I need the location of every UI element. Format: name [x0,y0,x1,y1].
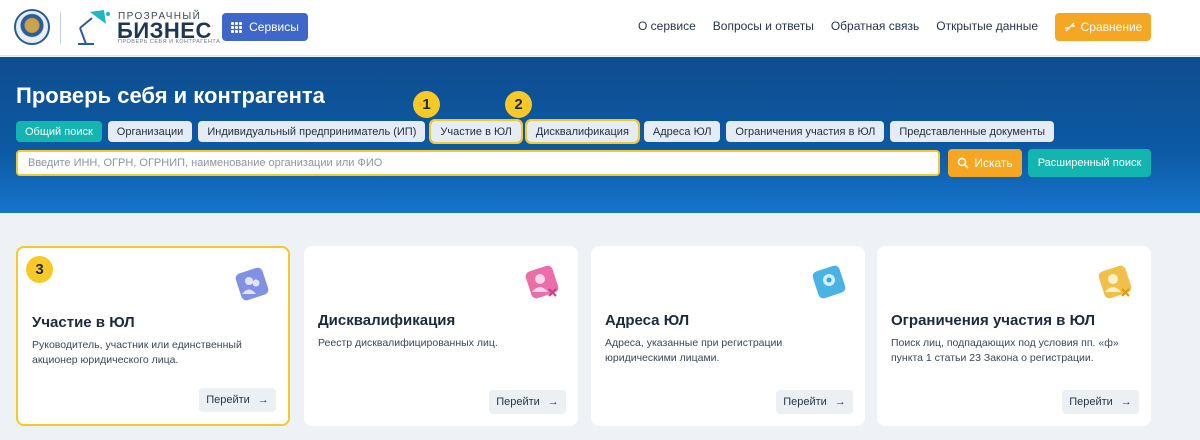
tab-addresses[interactable]: Адреса ЮЛ [643,121,721,142]
go-button[interactable]: Перейти → [776,390,853,414]
logo-sub-text: ПРОВЕРЬ СЕБЯ И КОНТРАГЕНТА [118,39,221,45]
card-disqualification[interactable]: Дисквалификация Реестр дисквалифицирован… [304,246,578,426]
tab-submitted-documents[interactable]: Представленные документы [890,121,1055,142]
annotation-badge-3: 3 [26,256,53,283]
go-button[interactable]: Перейти → [1062,390,1139,414]
nav-open-data[interactable]: Открытые данные [936,19,1038,33]
card-title: Ограничения участия в ЮЛ [891,312,1095,329]
tab-participation-restrictions[interactable]: Ограничения участия в ЮЛ [726,121,885,142]
nav-about[interactable]: О сервисе [638,19,696,33]
page-title: Проверь себя и контрагента [16,83,325,108]
card-participation[interactable]: 3 Участие в ЮЛ Руководитель, участник ил… [16,246,290,426]
card-description: Поиск лиц, подпадающих под условия пп. «… [891,337,1119,364]
annotation-badge-1: 1 [413,91,440,118]
card-description: Реестр дисквалифицированных лиц. [318,337,498,349]
card-description: Адреса, указанные при регистрации юридич… [605,337,783,364]
header: ПРОЗРАЧНЫЙ БИЗНЕС ПРОВЕРЬ СЕБЯ И КОНТРАГ… [0,0,1200,56]
card-participation-restrictions[interactable]: Ограничения участия в ЮЛ Поиск лиц, подп… [877,246,1151,426]
compare-label: Сравнение [1080,20,1143,34]
search-button[interactable]: Искать [948,149,1022,177]
advanced-search-button[interactable]: Расширенный поиск [1028,149,1151,177]
card-title: Адреса ЮЛ [605,312,690,329]
search-hero: Проверь себя и контрагента Общий поиск О… [0,57,1200,213]
compare-icon [1064,22,1075,32]
annotation-badge-2: 2 [505,91,532,118]
go-button-label: Перейти [783,396,827,408]
fns-emblem-icon[interactable] [14,9,50,45]
tab-individual-entrepreneur[interactable]: Индивидуальный предприниматель (ИП) [198,121,426,142]
services-button[interactable]: Сервисы [222,13,308,41]
card-description: Руководитель, участник или единственный … [32,339,242,366]
go-button-label: Перейти [496,396,540,408]
tab-disqualification[interactable]: Дисквалификация [524,119,640,144]
arrow-right-icon: → [257,394,269,406]
go-button-label: Перейти [1069,396,1113,408]
card-title: Участие в ЮЛ [32,314,135,331]
services-label: Сервисы [249,20,299,34]
card-addresses[interactable]: Адреса ЮЛ Адреса, указанные при регистра… [591,246,865,426]
nav-faq[interactable]: Вопросы и ответы [713,19,814,33]
arrow-right-icon: → [547,396,559,408]
search-input[interactable]: Введите ИНН, ОГРН, ОГРНИП, наименование … [16,150,940,176]
user-restrict-icon [1098,265,1132,299]
go-button[interactable]: Перейти → [489,390,566,414]
tab-participation[interactable]: Участие в ЮЛ [429,119,523,144]
top-nav: О сервисе Вопросы и ответы Обратная связ… [638,19,1038,33]
user-block-icon [525,265,559,299]
grid-icon [231,21,243,33]
header-divider [60,12,61,44]
location-icon [812,265,846,299]
lamp-logo-icon[interactable] [70,8,116,48]
go-button-label: Перейти [206,394,250,406]
go-button[interactable]: Перейти → [199,388,276,412]
compare-button[interactable]: Сравнение [1055,13,1151,41]
search-button-label: Искать [974,156,1013,170]
tab-organizations[interactable]: Организации [107,121,193,142]
tab-general-search[interactable]: Общий поиск [16,121,102,142]
arrow-right-icon: → [1120,396,1132,408]
search-tabs: Общий поиск Организации Индивидуальный п… [16,119,1055,144]
arrow-right-icon: → [834,396,846,408]
card-title: Дисквалификация [318,312,456,329]
nav-feedback[interactable]: Обратная связь [831,19,919,33]
users-icon [235,267,269,301]
search-icon [958,157,969,169]
